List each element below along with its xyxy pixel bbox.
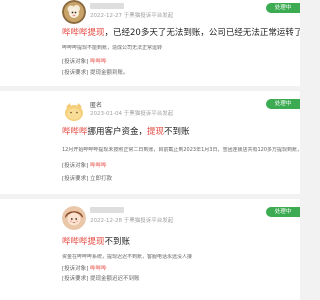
title-text: 不到账 [104, 237, 131, 247]
complaint-feed: 2022-12-27 于黑猫投诉平台发起 处理中 哔哔哔提现，已经20多天了无法… [0, 0, 300, 300]
title-highlight: 哔哔哔提现 [62, 28, 105, 38]
sheep-avatar-icon[interactable] [62, 0, 86, 24]
field-label: [投诉对象] [62, 266, 89, 272]
complaint-target[interactable]: 哔哔哔 [90, 163, 107, 169]
complaint-demand-row: [投诉要求] 提现金额迟迟不到账 [62, 275, 140, 283]
title-text: 挪用客户资金， [87, 127, 148, 137]
complaint-demand: 提现金额到账。 [90, 70, 129, 76]
complaint-card[interactable]: 2022-12-27 于黑猫投诉平台发起 处理中 哔哔哔提现，已经20多天了无法… [0, 0, 300, 86]
author-name: 匿名 [90, 102, 103, 109]
status-badge: 处理中 [266, 207, 300, 217]
complaint-meta: 2022-12-28 于黑猫投诉平台发起 [90, 218, 174, 224]
complaint-target-row: [投诉对象] 哔哔哔 [62, 58, 107, 66]
complaint-title[interactable]: 哔哔哔挪用客户资金，提现不到账 [62, 127, 190, 138]
complaint-target[interactable]: 哔哔哔 [90, 266, 107, 272]
author-name [90, 207, 124, 213]
complaint-demand-row: [投诉要求] 立即打款 [62, 175, 112, 183]
complaint-demand: 提现金额迟迟不到账 [90, 276, 140, 282]
title-highlight: 哔哔哔 [62, 127, 88, 137]
field-label: [投诉对象] [62, 163, 89, 169]
status-badge: 处理中 [266, 3, 300, 13]
complaint-card[interactable]: 匿名 2023-01-04 于黑猫投诉平台发起 处理中 哔哔哔挪用客户资金，提现… [0, 91, 300, 194]
title-text: 不到账 [164, 127, 190, 137]
complaint-card[interactable]: 2022-12-28 于黑猫投诉平台发起 处理中 哔哔哔提现不到账 资金在哔哔哔… [0, 199, 300, 300]
cat-avatar-icon[interactable] [62, 100, 86, 124]
field-label: [投诉对象] [62, 59, 89, 65]
status-badge: 处理中 [266, 99, 300, 109]
complaint-title[interactable]: 哔哔哔提现，已经20多天了无法到账，公司已经无法正常运转了 [62, 28, 300, 39]
complaint-body: 资金在哔哔哔系统，提现迟迟不到账，客服电话永远没人接 [62, 254, 193, 260]
title-highlight: 哔哔哔提现 [62, 237, 105, 247]
complaint-target-row: [投诉对象] 哔哔哔 [62, 162, 107, 170]
complaint-meta: 2022-12-27 于黑猫投诉平台发起 [90, 13, 174, 19]
complaint-demand: 立即打款 [90, 176, 113, 182]
complaint-demand-row: [投诉要求] 提现金额到账。 [62, 69, 129, 77]
complaint-title[interactable]: 哔哔哔提现不到账 [62, 237, 130, 248]
girl-avatar-icon[interactable] [62, 206, 86, 230]
field-label: [投诉要求] [62, 70, 89, 76]
complaint-body: 12月开始哔哔哔提现未按照正常二日到账，目前截止到2023年1月3日，雪团连锁店… [62, 147, 300, 153]
field-label: [投诉要求] [62, 276, 89, 282]
author-name [90, 3, 124, 9]
complaint-target-row: [投诉对象] 哔哔哔 [62, 265, 107, 273]
complaint-target[interactable]: 哔哔哔 [90, 59, 107, 65]
title-highlight: 提现 [147, 127, 165, 137]
title-text: ，已经20多天了无法到账，公司已经无法正常运转了 [104, 28, 300, 38]
complaint-body: 哔哔哔提现不能到账，造成公司无法正常运转 [62, 45, 163, 51]
complaint-meta: 2023-01-04 于黑猫投诉平台发起 [90, 111, 174, 117]
field-label: [投诉要求] [62, 176, 89, 182]
